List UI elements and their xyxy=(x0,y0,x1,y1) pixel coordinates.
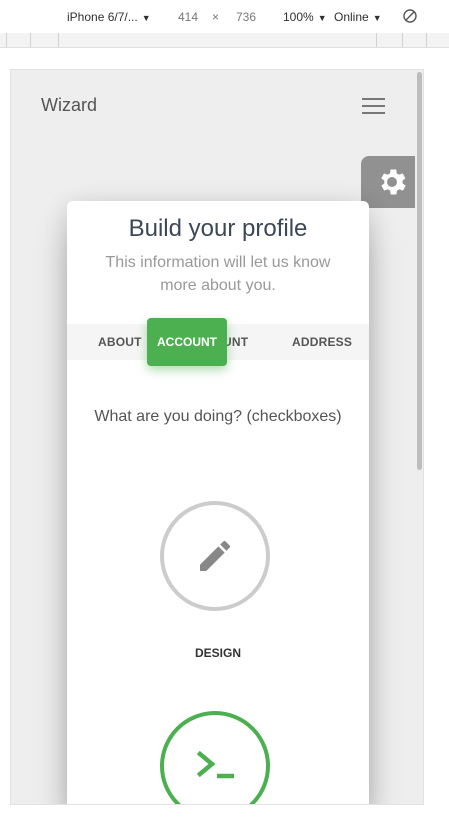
width-input[interactable]: 414 xyxy=(178,9,198,25)
network-select[interactable]: Online ▼ xyxy=(334,9,382,26)
chevron-down-icon: ▼ xyxy=(372,13,382,23)
wizard-title: Build your profile xyxy=(128,215,308,242)
chevron-down-icon: ▼ xyxy=(317,13,327,23)
rotate-icon[interactable] xyxy=(402,8,418,28)
code-choice-button[interactable] xyxy=(160,711,270,804)
network-value: Online xyxy=(334,10,369,24)
wizard-card: Build your profile This information will… xyxy=(67,201,369,804)
app-title: Wizard xyxy=(41,95,98,115)
design-choice-button[interactable] xyxy=(160,501,270,611)
media-query-ruler xyxy=(0,33,449,48)
zoom-value: 100% xyxy=(283,10,314,24)
device-toolbar: iPhone 6/7/... ▼ 414 × 736 100% ▼ Online ▼ xyxy=(0,0,449,34)
scrollbar-thumb[interactable] xyxy=(417,72,422,470)
device-name: iPhone 6/7/... xyxy=(67,10,138,24)
design-choice-label: DESIGN xyxy=(194,646,241,660)
question-text: What are you doing? (checkboxes) xyxy=(94,408,342,425)
pencil-icon xyxy=(200,540,230,571)
terminal-icon xyxy=(196,750,234,779)
chevron-down-icon: ▼ xyxy=(141,13,151,23)
device-viewport: Wizard Build your profile This informati… xyxy=(10,69,424,805)
gear-icon xyxy=(381,169,406,195)
device-select[interactable]: iPhone 6/7/... ▼ xyxy=(67,9,151,26)
tab-address[interactable]: ADDRESS xyxy=(292,335,352,349)
tab-about[interactable]: ABOUT xyxy=(98,335,142,349)
height-input[interactable]: 736 xyxy=(236,9,256,25)
hamburger-menu-icon[interactable] xyxy=(362,97,386,115)
dimension-separator: × xyxy=(212,10,220,24)
wizard-subtitle: This information will let us know more a… xyxy=(105,254,331,294)
zoom-select[interactable]: 100% ▼ xyxy=(283,9,327,26)
viewport-scrollbar[interactable] xyxy=(415,70,423,804)
tab-account-active[interactable]: ACCOUNT xyxy=(147,318,227,366)
